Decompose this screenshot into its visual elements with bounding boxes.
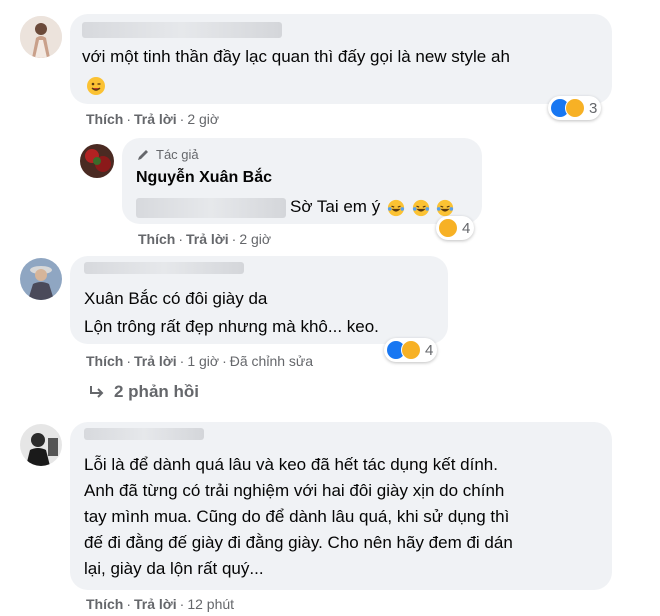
comment-bubble: Lỗi là để dành quá lâu và keo đã hết tác…	[70, 422, 612, 590]
comment-text-line: lại, giày da lộn rất quý...	[84, 559, 264, 578]
reply-text: Sờ Tai em ý	[290, 194, 454, 220]
person-photo-icon	[20, 424, 62, 466]
comment-text-line: Xuân Bắc có đôi giày da	[84, 289, 268, 308]
comment-text-line: với một tinh thần đầy lạc quan thì đấy g…	[82, 47, 510, 66]
wink-emoji-icon	[87, 77, 105, 95]
separator: ·	[126, 111, 132, 127]
reply-link[interactable]: Trả lời	[134, 111, 177, 127]
person-photo-icon	[20, 16, 62, 58]
commenter-avatar[interactable]	[20, 258, 62, 300]
comment-text-line: Lộn trông rất đẹp nhưng mà khô... keo.	[84, 317, 379, 336]
author-name[interactable]: Nguyễn Xuân Bắc	[136, 169, 272, 187]
reply-bubble: Tác giả Nguyễn Xuân Bắc Sờ Tai em ý	[122, 138, 482, 224]
reaction-count: 4	[462, 219, 471, 237]
reply-actions: Thích · Trả lời · 2 giờ	[138, 231, 271, 247]
comment-bubble: Xuân Bắc có đôi giày da Lộn trông rất đẹ…	[70, 256, 448, 344]
commenter-name-blurred[interactable]	[82, 22, 282, 38]
edited-label[interactable]: Đã chỉnh sửa	[230, 353, 313, 369]
haha-reaction-icon	[401, 340, 421, 360]
comment-actions: Thích · Trả lời · 12 phút	[86, 596, 234, 612]
commenter-avatar[interactable]	[20, 16, 62, 58]
view-replies-link[interactable]: 2 phản hồi	[88, 382, 199, 402]
pencil-icon	[138, 150, 148, 160]
separator: ·	[222, 353, 227, 369]
reply-arrow-icon	[90, 386, 104, 398]
author-badge: Tác giả	[156, 147, 199, 162]
reaction-count: 4	[425, 341, 434, 359]
person-photo-icon	[20, 258, 62, 300]
mention-tag-blurred[interactable]	[136, 198, 286, 218]
timestamp-link[interactable]: 2 giờ	[239, 231, 271, 247]
reply-text-content: Sờ Tai em ý	[290, 197, 381, 216]
reaction-summary[interactable]: 3	[548, 96, 602, 120]
reply-link[interactable]: Trả lời	[134, 353, 177, 369]
laughing-tears-emoji-icon	[412, 199, 429, 216]
author-photo-icon	[80, 144, 114, 178]
laughing-tears-emoji-icon	[387, 199, 405, 216]
separator: ·	[179, 596, 185, 612]
comment-text-line: tay mình mua. Cũng do để dành lâu quá, k…	[84, 507, 510, 526]
reaction-summary[interactable]: 4	[436, 216, 475, 240]
separator: ·	[126, 353, 132, 369]
separator: ·	[126, 596, 132, 612]
reply-link[interactable]: Trả lời	[134, 596, 177, 612]
separator: ·	[179, 353, 185, 369]
like-link[interactable]: Thích	[86, 353, 123, 369]
commenter-avatar[interactable]	[20, 424, 62, 466]
like-link[interactable]: Thích	[86, 596, 123, 612]
commenter-name-blurred[interactable]	[84, 262, 244, 274]
separator: ·	[179, 111, 185, 127]
laughing-tears-emoji-icon	[437, 199, 454, 216]
like-link[interactable]: Thích	[86, 111, 123, 127]
comment-text-line: đế đi đằng đế giày đi đằng giày. Cho nên…	[84, 533, 513, 552]
timestamp-link[interactable]: 2 giờ	[187, 111, 219, 127]
haha-reaction-icon	[565, 98, 585, 118]
like-link[interactable]: Thích	[138, 231, 175, 247]
commenter-name-blurred[interactable]	[84, 428, 204, 440]
comment-text-line: Lỗi là để dành quá lâu và keo đã hết tác…	[84, 455, 498, 474]
separator: ·	[231, 231, 237, 247]
comment-actions: Thích · Trả lời · 1 giờ · Đã chỉnh sửa	[86, 353, 313, 369]
timestamp-link[interactable]: 1 giờ	[187, 353, 219, 369]
haha-reaction-icon	[438, 218, 458, 238]
comment-bubble: với một tinh thần đầy lạc quan thì đấy g…	[70, 14, 612, 104]
separator: ·	[178, 231, 184, 247]
timestamp-link[interactable]: 12 phút	[187, 596, 234, 612]
reaction-count: 3	[589, 99, 598, 117]
reply-link[interactable]: Trả lời	[186, 231, 229, 247]
reaction-summary[interactable]: 4	[384, 338, 438, 362]
author-avatar[interactable]	[80, 144, 114, 178]
comment-actions: Thích · Trả lời · 2 giờ	[86, 111, 219, 127]
replies-count-label: 2 phản hồi	[114, 382, 199, 401]
comment-text-line: Anh đã từng có trải nghiệm với hai đôi g…	[84, 481, 505, 500]
